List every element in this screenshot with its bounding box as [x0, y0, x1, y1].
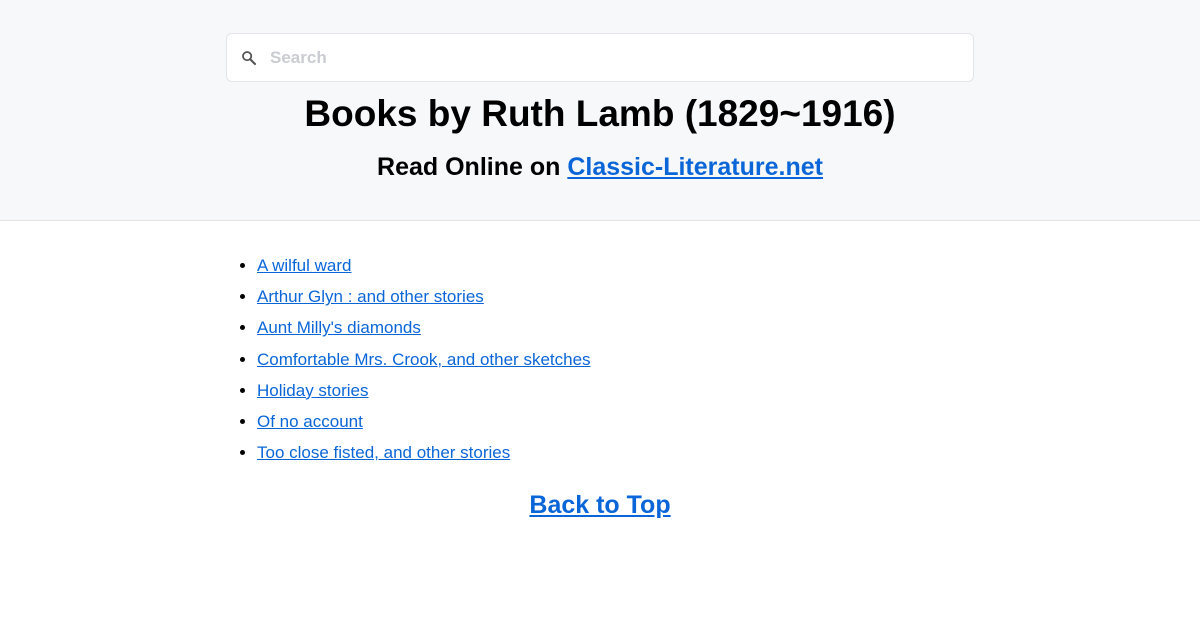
back-to-top-link[interactable]: Back to Top [529, 491, 670, 519]
site-link[interactable]: Classic-Literature.net [567, 153, 823, 181]
list-item: A wilful ward [257, 250, 957, 281]
page-title: Books by Ruth Lamb (1829~1916) [304, 93, 896, 134]
book-list: A wilful ward Arthur Glyn : and other st… [257, 250, 957, 468]
book-link[interactable]: Comfortable Mrs. Crook, and other sketch… [257, 350, 591, 369]
list-item: Aunt Milly's diamonds [257, 312, 957, 343]
book-link[interactable]: Too close fisted, and other stories [257, 443, 510, 462]
book-link[interactable]: Holiday stories [257, 381, 369, 400]
book-link[interactable]: A wilful ward [257, 256, 351, 275]
search-box[interactable] [226, 33, 974, 82]
subtitle-prefix: Read Online on [377, 153, 568, 181]
back-to-top-container: Back to Top [0, 488, 1200, 522]
list-item: Holiday stories [257, 375, 957, 406]
list-item: Too close fisted, and other stories [257, 437, 957, 468]
book-link[interactable]: Aunt Milly's diamonds [257, 318, 421, 337]
book-link[interactable]: Of no account [257, 412, 363, 431]
list-item: Arthur Glyn : and other stories [257, 281, 957, 312]
list-item: Of no account [257, 406, 957, 437]
list-item: Comfortable Mrs. Crook, and other sketch… [257, 344, 957, 375]
search-input[interactable] [270, 34, 960, 81]
book-link[interactable]: Arthur Glyn : and other stories [257, 287, 484, 306]
search-icon[interactable] [240, 49, 258, 67]
page-header: Books by Ruth Lamb (1829~1916) Read Onli… [0, 0, 1200, 221]
subtitle: Read Online on Classic-Literature.net [0, 150, 1200, 184]
